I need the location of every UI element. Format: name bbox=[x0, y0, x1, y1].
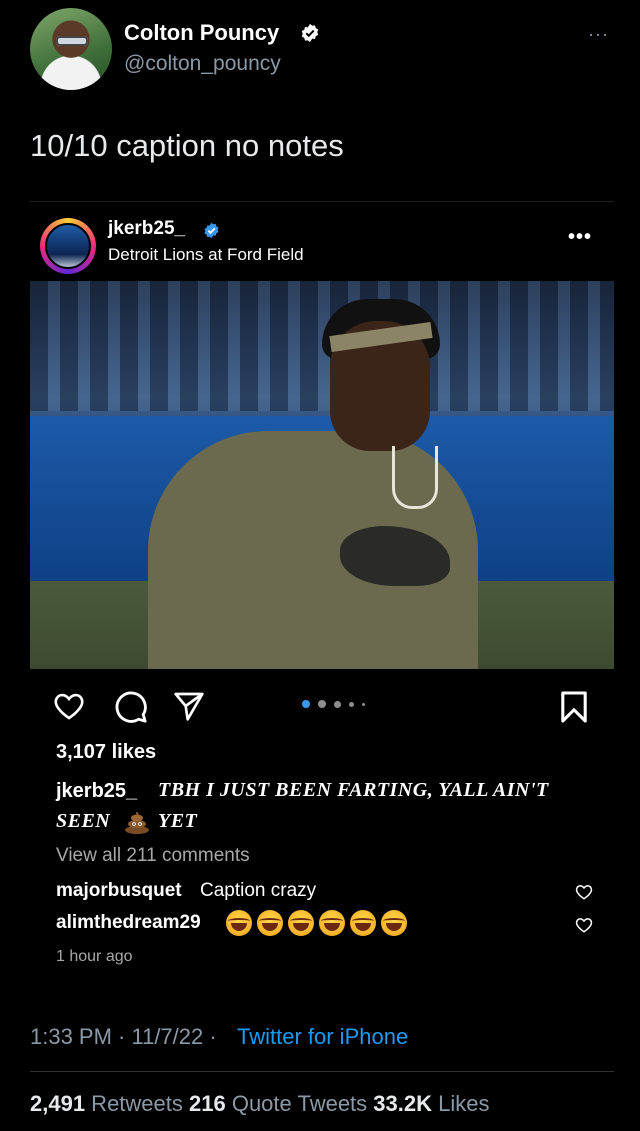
quote-tweets-label[interactable]: Quote Tweets bbox=[226, 1091, 374, 1116]
tweet-timestamp[interactable]: 1:33 PM · 11/7/22 · bbox=[30, 1024, 217, 1050]
laughing-emoji-icon bbox=[319, 910, 345, 936]
ig-username[interactable]: jkerb25_ bbox=[108, 218, 185, 240]
likes-label[interactable]: Likes bbox=[432, 1091, 489, 1116]
author-name[interactable]: Colton Pouncy bbox=[124, 20, 279, 46]
comment-username[interactable]: alimthedream29 bbox=[56, 912, 201, 934]
carousel-dot bbox=[318, 700, 326, 708]
likes-count-tweet[interactable]: 33.2K bbox=[373, 1091, 432, 1116]
comment-like-heart-icon[interactable] bbox=[574, 916, 594, 934]
embed-divider bbox=[30, 201, 614, 202]
likes-count[interactable]: 3,107 likes bbox=[56, 741, 156, 764]
carousel-dot bbox=[349, 702, 354, 707]
carousel-dot bbox=[362, 703, 365, 706]
carousel-dot bbox=[334, 701, 341, 708]
caption-username[interactable]: jkerb25_ bbox=[56, 780, 137, 803]
laughing-emoji-icon bbox=[257, 910, 283, 936]
carousel-dot bbox=[302, 700, 310, 708]
laughing-emoji-icon bbox=[226, 910, 252, 936]
retweets-count[interactable]: 2,491 bbox=[30, 1091, 85, 1116]
ig-verified-badge-icon bbox=[204, 222, 219, 239]
caption-text-seen: SEEN bbox=[56, 810, 111, 832]
carousel-indicator bbox=[302, 700, 382, 710]
ig-location[interactable]: Detroit Lions at Ford Field bbox=[108, 245, 304, 265]
tweet-text: 10/10 caption no notes bbox=[30, 128, 344, 163]
comment-username[interactable]: majorbusquet bbox=[56, 880, 182, 902]
bookmark-icon[interactable] bbox=[560, 690, 588, 724]
post-photo[interactable] bbox=[30, 281, 614, 669]
comment-icon[interactable] bbox=[114, 690, 148, 724]
author-avatar[interactable] bbox=[30, 8, 112, 90]
tweet-client-link[interactable]: Twitter for iPhone bbox=[237, 1024, 408, 1050]
laughing-emoji-icon bbox=[288, 910, 314, 936]
ig-more-options-icon[interactable]: ••• bbox=[568, 226, 592, 249]
heart-icon[interactable] bbox=[52, 690, 86, 722]
comment-like-heart-icon[interactable] bbox=[574, 883, 594, 901]
laughing-emoji-icon bbox=[350, 910, 376, 936]
comment-emoji-row bbox=[226, 910, 416, 936]
retweets-label[interactable]: Retweets bbox=[85, 1091, 189, 1116]
post-time-ago: 1 hour ago bbox=[56, 948, 133, 965]
more-options-icon[interactable]: ··· bbox=[588, 24, 609, 45]
verified-badge-icon bbox=[301, 23, 319, 43]
ig-avatar[interactable] bbox=[45, 223, 91, 269]
divider bbox=[30, 1071, 614, 1072]
caption-text: TBH I JUST BEEN FARTING, YALL AIN'T bbox=[158, 779, 549, 801]
view-all-comments-link[interactable]: View all 211 comments bbox=[56, 845, 250, 867]
laughing-emoji-icon bbox=[381, 910, 407, 936]
comment-text: Caption crazy bbox=[200, 880, 317, 901]
share-icon[interactable] bbox=[172, 690, 206, 722]
author-handle[interactable]: @colton_pouncy bbox=[124, 52, 281, 76]
poop-emoji-icon bbox=[125, 812, 149, 834]
quote-tweets-count[interactable]: 216 bbox=[189, 1091, 226, 1116]
caption-text-yet: YET bbox=[158, 810, 198, 832]
tweet-stats: 2,491 Retweets 216 Quote Tweets 33.2K Li… bbox=[30, 1091, 490, 1117]
